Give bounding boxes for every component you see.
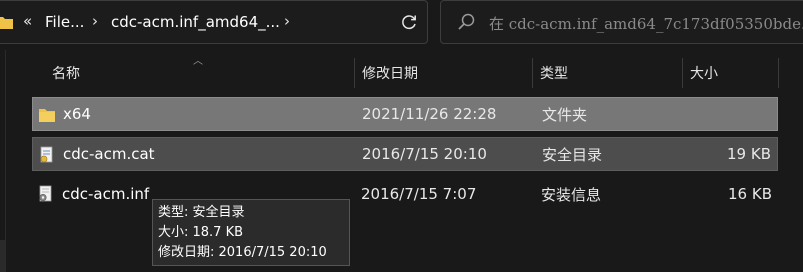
folder-icon: [0, 17, 13, 29]
breadcrumb-item-current[interactable]: cdc-acm.inf_amd64_...: [111, 13, 280, 31]
column-resize-handle[interactable]: [778, 58, 779, 88]
refresh-icon: [402, 14, 416, 29]
file-type: 安全目录: [542, 145, 603, 164]
file-name: cdc-acm.cat: [63, 145, 155, 163]
tooltip-date-line: 修改日期: 2016/7/15 20:10: [158, 245, 327, 260]
navigation-pane-edge: [0, 240, 5, 272]
refresh-button[interactable]: [390, 0, 428, 43]
breadcrumb-separator-icon[interactable]: ›: [92, 12, 98, 30]
file-explorer-window: « File... › cdc-acm.inf_amd64_... › 在 cd…: [0, 0, 803, 272]
file-size: 19 KB: [727, 145, 771, 163]
file-date: 2021/11/26 22:28: [362, 105, 497, 123]
file-name: cdc-acm.inf: [62, 185, 150, 203]
file-name: x64: [63, 105, 91, 123]
column-header-name-label: 名称: [52, 66, 80, 82]
column-header-size[interactable]: 大小: [682, 58, 778, 88]
column-header-date[interactable]: 修改日期: [354, 58, 532, 88]
file-type: 安装信息: [541, 185, 602, 204]
file-row-cdc-acm-inf[interactable]: cdc-acm.inf 2016/7/15 7:07 安装信息 16 KB: [32, 177, 778, 211]
column-header-name[interactable]: 名称: [44, 58, 354, 88]
navigation-pane-divider[interactable]: [5, 50, 6, 272]
search-input[interactable]: 在 cdc-acm.inf_amd64_7c173df05350bde...: [489, 13, 803, 34]
file-type: 文件夹: [542, 105, 588, 124]
setup-info-icon: [39, 185, 52, 202]
security-catalog-icon: [40, 146, 53, 163]
folder-icon: [39, 109, 55, 122]
file-date: 2016/7/15 7:07: [361, 185, 477, 203]
column-header-type-label: 类型: [540, 66, 568, 82]
file-row-cdc-acm-cat[interactable]: cdc-acm.cat 2016/7/15 20:10 安全目录 19 KB: [32, 137, 778, 171]
file-size: 16 KB: [728, 185, 772, 203]
tooltip-type-line: 类型: 安全目录: [158, 205, 245, 220]
search-box[interactable]: 在 cdc-acm.inf_amd64_7c173df05350bde...: [440, 0, 803, 44]
column-header-date-label: 修改日期: [362, 66, 418, 82]
column-header-type[interactable]: 类型: [532, 58, 682, 88]
address-bar[interactable]: « File... › cdc-acm.inf_amd64_... ›: [0, 0, 428, 44]
breadcrumb-item-file[interactable]: File...: [45, 13, 84, 31]
tooltip-size-line: 大小: 18.7 KB: [158, 225, 244, 240]
breadcrumb-dropdown-chevron-icon[interactable]: ›: [284, 12, 290, 30]
file-row-x64[interactable]: x64 2021/11/26 22:28 文件夹: [32, 97, 778, 131]
back-chevron-icon[interactable]: «: [23, 12, 32, 30]
search-icon: [458, 13, 475, 30]
file-date: 2016/7/15 20:10: [362, 145, 487, 163]
column-header-size-label: 大小: [690, 66, 718, 82]
file-info-tooltip: 类型: 安全目录 大小: 18.7 KB 修改日期: 2016/7/15 20:…: [152, 199, 350, 266]
